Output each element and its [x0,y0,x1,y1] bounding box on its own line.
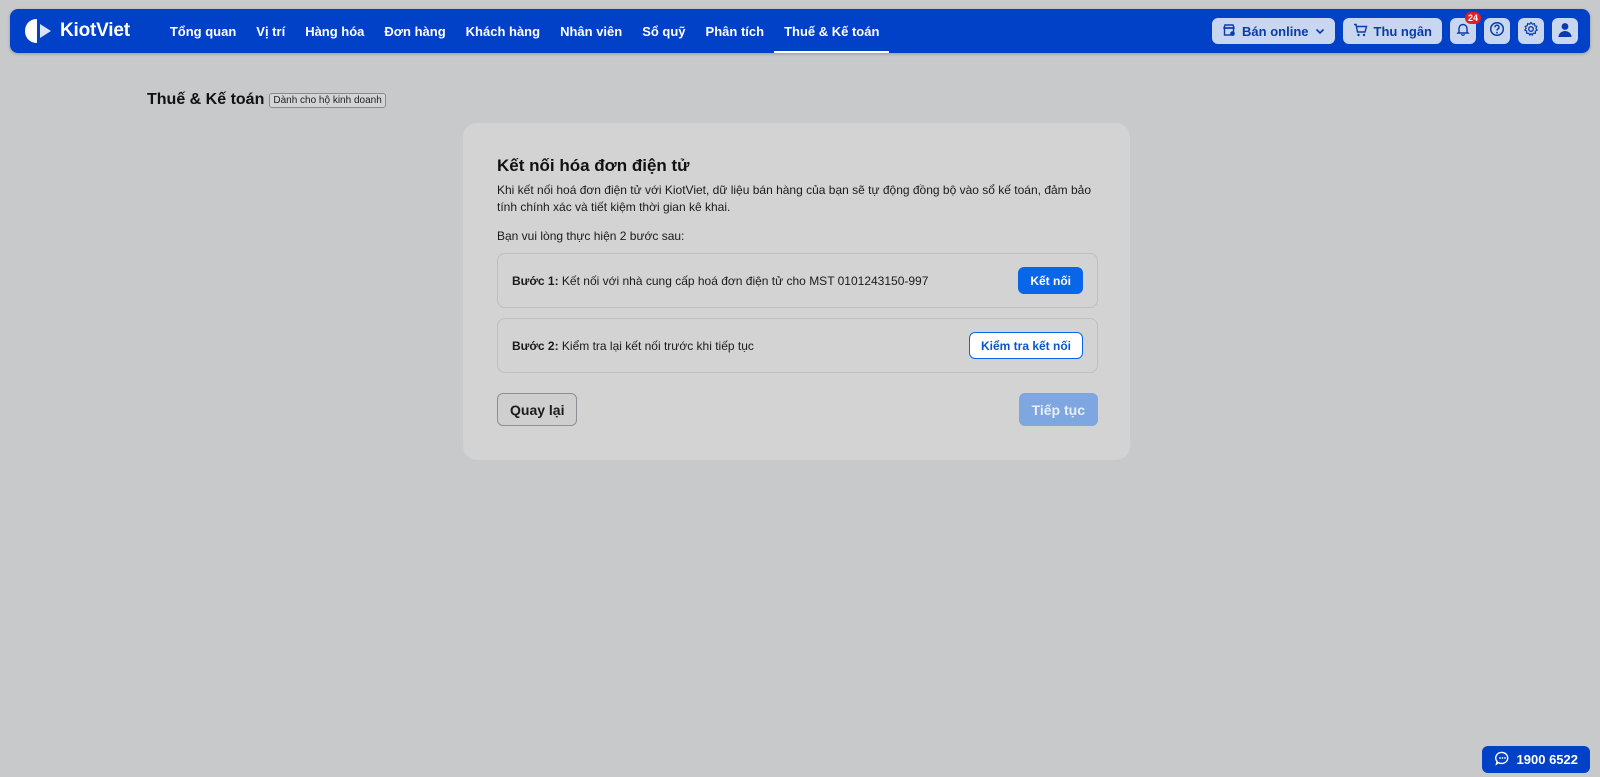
check-connection-button[interactable]: Kiểm tra kết nối [968,332,1083,359]
card-actions: Quay lại Tiếp tục [497,393,1098,426]
connect-button[interactable]: Kết nối [1018,267,1083,294]
nav-item-khach-hang[interactable]: Khách hàng [456,9,550,53]
page-title: Thuế & Kế toán [147,91,265,108]
logo-text: KiotViet [60,20,130,41]
continue-button[interactable]: Tiếp tục [1018,393,1098,426]
nav-item-phan-tich[interactable]: Phân tích [696,9,775,53]
main-nav: Tổng quan Vị trí Hàng hóa Đơn hàng Khách… [160,9,890,53]
nav-item-hang-hoa[interactable]: Hàng hóa [295,9,374,53]
card-title: Kết nối hóa đơn điện tử [497,156,690,175]
ban-online-label: Bán online [1242,23,1309,39]
step-2-text: Kiểm tra lại kết nối trước khi tiếp tục [561,338,754,353]
kiotviet-logo-icon [24,17,52,45]
shop-icon [1222,23,1236,40]
business-type-tag: Dành cho hộ kinh doanh [269,92,386,108]
ban-online-button[interactable]: Bán online [1212,18,1335,44]
nav-item-vi-tri[interactable]: Vị trí [246,9,295,53]
step-1-text: Kết nối với nhà cung cấp hoá đơn điện tử… [561,273,929,288]
step-1-label: Bước 1: [512,273,559,288]
logo[interactable]: KiotViet [24,17,130,45]
step-2-text-wrap: Bước 2: Kiểm tra lại kết nối trước khi t… [512,339,754,353]
settings-button[interactable] [1518,18,1544,44]
top-navbar: KiotViet Tổng quan Vị trí Hàng hóa Đơn h… [10,9,1590,53]
page-header: Thuế & Kế toán Dành cho hộ kinh doanh [147,91,386,109]
nav-item-thue-ke-toan[interactable]: Thuế & Kế toán [774,9,890,53]
help-icon [1489,21,1505,42]
chevron-down-icon [1315,24,1325,39]
thu-ngan-button[interactable]: Thu ngân [1342,18,1442,44]
hotline-number: 1900 6522 [1516,752,1578,767]
help-button[interactable] [1484,18,1510,44]
step-1-text-wrap: Bước 1: Kết nối với nhà cung cấp hoá đơn… [512,274,928,288]
chat-icon [1494,751,1510,769]
thu-ngan-label: Thu ngân [1373,23,1433,39]
step-1-row: Bước 1: Kết nối với nhà cung cấp hoá đơn… [497,253,1098,308]
nav-item-nhan-vien[interactable]: Nhân viên [550,9,632,53]
step-2-row: Bước 2: Kiểm tra lại kết nối trước khi t… [497,318,1098,373]
back-button[interactable]: Quay lại [497,393,578,426]
nav-item-don-hang[interactable]: Đơn hàng [374,9,455,53]
card-instruction: Bạn vui lòng thực hiện 2 bước sau: [497,229,685,243]
avatar-icon [1556,20,1574,43]
nav-item-tong-quan[interactable]: Tổng quan [160,9,246,53]
step-2-label: Bước 2: [512,338,559,353]
hotline-button[interactable]: 1900 6522 [1481,746,1590,773]
gear-icon [1523,21,1539,42]
cart-icon [1353,23,1368,40]
notification-badge: 24 [1464,12,1481,24]
avatar-button[interactable] [1552,18,1578,44]
nav-actions: Bán online Thu ngân 24 [1212,12,1578,44]
notification-button[interactable]: 24 [1450,12,1481,44]
einvoice-connect-card: Kết nối hóa đơn điện tử Khi kết nối hoá … [463,123,1130,460]
nav-item-so-quy[interactable]: Sổ quỹ [632,9,695,53]
bell-icon [1456,22,1470,41]
card-description: Khi kết nối hoá đơn điện tử với KiotViet… [497,183,1092,214]
